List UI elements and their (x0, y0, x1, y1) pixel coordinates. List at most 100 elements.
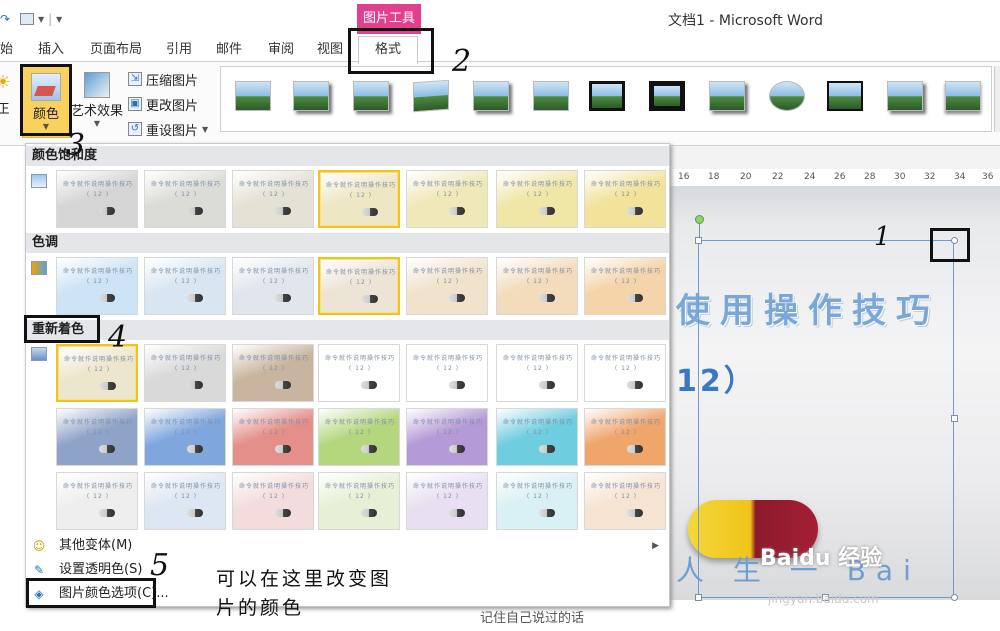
color-swatch[interactable]: 命令就作说明操作技巧 ( 12 ) (144, 408, 226, 466)
swatch-caption: 命令就作说明操作技巧 (591, 419, 662, 426)
picture-style-thumb[interactable] (887, 81, 923, 111)
swatch-subcaption: ( 12 ) (262, 365, 286, 372)
color-swatch[interactable]: 命令就作说明操作技巧 ( 12 ) (584, 170, 666, 228)
picture-style-thumb[interactable] (709, 81, 745, 111)
tab-insert[interactable]: 插入 (38, 40, 64, 60)
dropdown-icon[interactable]: ▾ (38, 12, 44, 26)
swatch-subcaption: ( 12 ) (86, 429, 110, 436)
annotation-number-4: 4 (108, 320, 128, 355)
color-swatch[interactable]: 命令就作说明操作技巧 ( 12 ) (496, 472, 578, 530)
picture-style-thumb[interactable] (353, 81, 389, 111)
picture-style-thumb[interactable] (945, 81, 981, 111)
picture-style-thumb[interactable] (769, 81, 805, 111)
color-swatch[interactable]: 命令就作说明操作技巧 ( 12 ) (496, 257, 578, 315)
tab-mailings[interactable]: 邮件 (216, 40, 242, 60)
color-swatch[interactable]: 命令就作说明操作技巧 ( 12 ) (406, 408, 488, 466)
swatch-caption: 命令就作说明操作技巧 (503, 483, 574, 490)
ruler-tick: 30 (894, 172, 906, 182)
color-swatch[interactable]: 命令就作说明操作技巧 ( 12 ) (406, 257, 488, 315)
swatch-caption: 命令就作说明操作技巧 (63, 268, 134, 275)
color-swatch[interactable]: 命令就作说明操作技巧 ( 12 ) (232, 344, 314, 402)
color-swatch[interactable]: 命令就作说明操作技巧 ( 12 ) (318, 170, 400, 228)
color-swatch[interactable]: 命令就作说明操作技巧 ( 12 ) (496, 170, 578, 228)
horizontal-ruler[interactable]: 16 18 20 22 24 26 28 30 32 34 36 (668, 169, 1000, 187)
swatch-subcaption: ( 12 ) (614, 278, 638, 285)
reset-picture-button[interactable]: ↺ 重设图片 ▼ (128, 118, 208, 140)
qat-more-icon[interactable]: ▾ (56, 12, 62, 26)
resize-handle[interactable] (695, 594, 702, 601)
color-swatch[interactable]: 命令就作说明操作技巧 ( 12 ) (584, 257, 666, 315)
swatch-capsule (449, 381, 465, 389)
swatch-caption: 命令就作说明操作技巧 (503, 181, 574, 188)
swatch-capsule (275, 294, 291, 302)
more-variations-item[interactable]: ☺ 其他变体(M) ▶ (26, 535, 669, 557)
color-swatch[interactable]: 命令就作说明操作技巧 ( 12 ) (144, 344, 226, 402)
color-swatch[interactable]: 命令就作说明操作技巧 ( 12 ) (496, 408, 578, 466)
sun-icon: ☀ (0, 72, 12, 93)
color-swatch[interactable]: 命令就作说明操作技巧 ( 12 ) (318, 472, 400, 530)
customize-icon[interactable] (20, 13, 35, 25)
tab-references[interactable]: 引用 (166, 40, 192, 60)
swatch-capsule (99, 207, 115, 215)
swatch-caption: 命令就作说明操作技巧 (591, 483, 662, 490)
color-swatch[interactable]: 命令就作说明操作技巧 ( 12 ) (232, 257, 314, 315)
change-picture-icon: ▣ (128, 97, 142, 111)
gallery-scrollbar[interactable] (994, 66, 1000, 132)
picture-style-thumb[interactable] (533, 81, 569, 111)
tab-format[interactable]: 格式 (358, 36, 419, 64)
resize-handle[interactable] (951, 594, 958, 601)
color-swatch[interactable]: 命令就作说明操作技巧 ( 12 ) (56, 257, 138, 315)
annotation-box-picture-corner (930, 228, 970, 262)
picture-style-thumb[interactable] (413, 79, 449, 113)
swatch-subcaption: ( 12 ) (86, 191, 110, 198)
swatch-capsule (361, 509, 377, 517)
picture-style-thumb[interactable] (649, 81, 685, 111)
redo-icon[interactable]: ↷ (0, 12, 10, 26)
change-picture-button[interactable]: ▣ 更改图片 (128, 93, 198, 115)
color-swatch[interactable]: 命令就作说明操作技巧 ( 12 ) (318, 257, 400, 315)
ribbon-tabs: 始 插入 页面布局 引用 邮件 审阅 视图 格式 (0, 36, 1000, 64)
tab-home[interactable]: 始 (0, 40, 13, 60)
color-swatch[interactable]: 命令就作说明操作技巧 ( 12 ) (144, 472, 226, 530)
swatch-subcaption: ( 12 ) (87, 366, 111, 373)
picture-style-thumb[interactable] (473, 81, 509, 111)
tab-page-layout[interactable]: 页面布局 (90, 40, 142, 60)
color-swatch[interactable]: 命令就作说明操作技巧 ( 12 ) (406, 472, 488, 530)
color-swatch[interactable]: 命令就作说明操作技巧 ( 12 ) (144, 257, 226, 315)
color-swatch[interactable]: 命令就作说明操作技巧 ( 12 ) (56, 170, 138, 228)
color-swatch[interactable]: 命令就作说明操作技巧 ( 12 ) (232, 170, 314, 228)
picture-style-thumb[interactable] (235, 81, 271, 111)
color-swatch[interactable]: 命令就作说明操作技巧 ( 12 ) (144, 170, 226, 228)
swatch-caption: 命令就作说明操作技巧 (325, 483, 396, 490)
color-swatch[interactable]: 命令就作说明操作技巧 ( 12 ) (318, 408, 400, 466)
resize-handle[interactable] (695, 237, 702, 244)
tab-view[interactable]: 视图 (317, 40, 343, 60)
swatch-capsule (627, 445, 643, 453)
picture-style-thumb[interactable] (827, 81, 863, 111)
picture-style-thumb[interactable] (589, 81, 625, 111)
color-swatch[interactable]: 命令就作说明操作技巧 ( 12 ) (56, 408, 138, 466)
rotate-handle[interactable] (695, 215, 704, 224)
color-swatch[interactable]: 命令就作说明操作技巧 ( 12 ) (232, 408, 314, 466)
color-swatch[interactable]: 命令就作说明操作技巧 ( 12 ) (406, 170, 488, 228)
swatch-capsule (627, 207, 643, 215)
color-swatch[interactable]: 命令就作说明操作技巧 ( 12 ) (406, 344, 488, 402)
resize-handle[interactable] (951, 415, 958, 422)
picture-style-thumb[interactable] (293, 81, 329, 111)
color-swatch[interactable]: 命令就作说明操作技巧 ( 12 ) (56, 472, 138, 530)
annotation-note-line1: 可以在这里改变图 (216, 568, 393, 590)
swatch-caption: 命令就作说明操作技巧 (151, 419, 222, 426)
swatch-capsule (275, 207, 291, 215)
partial-button[interactable]: ☀ 正 (0, 66, 14, 138)
color-swatch[interactable]: 命令就作说明操作技巧 ( 12 ) (232, 472, 314, 530)
color-swatch[interactable]: 命令就作说明操作技巧 ( 12 ) (584, 408, 666, 466)
compress-pictures-button[interactable]: ⇲ 压缩图片 (128, 68, 198, 90)
color-swatch[interactable]: 命令就作说明操作技巧 ( 12 ) (318, 344, 400, 402)
color-swatch[interactable]: 命令就作说明操作技巧 ( 12 ) (584, 472, 666, 530)
color-swatch[interactable]: 命令就作说明操作技巧 ( 12 ) (584, 344, 666, 402)
color-swatch[interactable]: 命令就作说明操作技巧 ( 12 ) (496, 344, 578, 402)
tab-review[interactable]: 审阅 (268, 40, 294, 60)
swatch-caption: 命令就作说明操作技巧 (239, 483, 310, 490)
swatch-caption: 命令就作说明操作技巧 (151, 181, 222, 188)
tone-header: 色调 (26, 233, 669, 253)
